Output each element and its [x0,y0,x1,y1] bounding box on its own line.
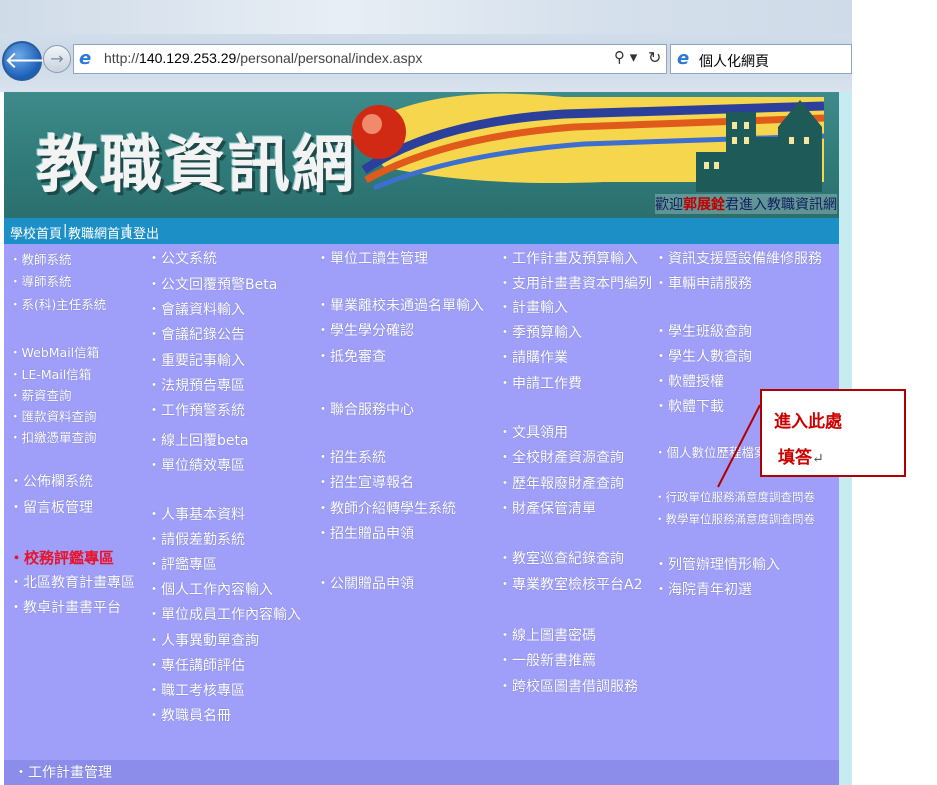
callout-box: 進入此處 填答↵ [760,389,906,477]
menu-item[interactable]: ・評鑑專區 [147,554,217,574]
menu-item[interactable]: ・會議資料輸入 [147,299,245,319]
menu-item[interactable]: ・LE-Mail信箱 [9,364,91,383]
menu-item[interactable]: ・單位成員工作內容輸入 [147,604,301,624]
menu-item[interactable]: ・學生班級查詢 [654,321,752,341]
menu-item[interactable]: ・一般新書推薦 [498,650,596,670]
browser-chrome: 🡐 → e http://140.129.253.29/personal/per… [0,0,852,92]
menu-item-work-plan[interactable]: ・工作計畫管理 [14,762,112,782]
menu-item[interactable]: ・全校財產資源查詢 [498,447,624,467]
menu-item[interactable]: ・線上圖書密碼 [498,625,596,645]
menu-item[interactable]: ・公文回覆預警Beta [147,274,277,294]
browser-title-area [0,0,852,34]
footer-bar: ・工作計畫管理 [4,760,839,785]
return-mark-icon: ↵ [812,451,824,467]
menu-item[interactable]: ・專業教室檢核平台A2 [498,574,642,594]
search-icon[interactable]: ⚲ ▾ [614,48,637,66]
nav-separator: | [63,223,68,238]
refresh-icon[interactable]: ↻ [648,48,661,67]
menu-item[interactable]: ・歷年報廢財產查詢 [498,473,624,493]
menu-item[interactable]: ・計畫輸入 [498,297,568,317]
arrow-right-icon: → [50,49,64,68]
menu-item[interactable]: ・教師介紹轉學生系統 [316,498,456,518]
menu-item[interactable]: ・招生系統 [316,447,386,467]
menu-item[interactable]: ・北區教育計畫專區 [9,572,135,592]
menu-item[interactable]: ・匯款資料查詢 [9,406,97,425]
menu-item[interactable]: ・教學單位服務滿意度調查問卷 [654,511,815,527]
menu-item[interactable]: ・行政單位服務滿意度調查問卷 [654,489,815,505]
menu-item[interactable]: ・系(科)主任系統 [9,294,106,313]
menu-item[interactable]: ・人事基本資料 [147,504,245,524]
menu-item[interactable]: ・導師系統 [9,271,72,290]
callout-text-1: 進入此處 [774,412,842,432]
menu-item[interactable]: ・單位績效專區 [147,455,245,475]
welcome-message: 歡迎郭展銓君進入教職資訊網 [655,194,837,214]
menu-item[interactable]: ・學生學分確認 [316,320,414,340]
menu-item[interactable]: ・支用計畫書資本門編列 [498,273,652,293]
tab-title: 個人化網頁 [699,54,769,70]
menu-item[interactable]: ・畢業離校未通過名單輸入 [316,295,484,315]
address-bar[interactable]: e http://140.129.253.29/personal/persona… [73,44,667,74]
menu-item[interactable]: ・季預算輸入 [498,322,582,342]
menu-item[interactable]: ・公關贈品申領 [316,573,414,593]
menu-item[interactable]: ・留言板管理 [9,497,93,517]
nav-logout[interactable]: 登出 [133,223,159,242]
ie-tab-icon: e [677,48,690,69]
menu-area: ・教師系統 ・導師系統 ・系(科)主任系統 ・WebMail信箱 ・LE-Mai… [4,244,839,760]
callout-text-2: 填答↵ [778,448,824,468]
menu-item[interactable]: ・教室巡查紀錄查詢 [498,548,624,568]
menu-item[interactable]: ・個人工作內容輸入 [147,579,273,599]
menu-item[interactable]: ・軟體授權 [654,371,724,391]
menu-item[interactable]: ・會議紀錄公告 [147,324,245,344]
menu-item[interactable]: ・申請工作費 [498,373,582,393]
user-name: 郭展銓 [683,197,725,213]
menu-item-highlight[interactable]: ・校務評鑑專區 [9,547,114,568]
menu-item[interactable]: ・扣繳憑單查詢 [9,427,97,446]
menu-item[interactable]: ・公佈欄系統 [9,471,93,491]
menu-item[interactable]: ・重要記事輸入 [147,350,245,370]
menu-item[interactable]: ・文具領用 [498,422,568,442]
nav-separator: | [126,223,131,238]
menu-item[interactable]: ・車輛申請服務 [654,273,752,293]
menu-item[interactable]: ・請假差勤系統 [147,529,245,549]
menu-item[interactable]: ・海院青年初選 [654,579,752,599]
menu-item[interactable]: ・請購作業 [498,347,568,367]
forward-button[interactable]: → [43,45,71,73]
menu-item[interactable]: ・列管辦理情形輸入 [654,554,780,574]
menu-item[interactable]: ・招生宣導報名 [316,472,414,492]
ie-logo-icon: e [79,48,92,69]
nav-portal-home[interactable]: 教職網首頁 [68,223,133,242]
menu-item[interactable]: ・教職員名冊 [147,705,231,725]
url-text[interactable]: http://140.129.253.29/personal/personal/… [104,50,422,66]
browser-tab[interactable]: e 個人化網頁 [670,44,852,74]
menu-item[interactable]: ・跨校區圖書借調服務 [498,676,638,696]
menu-item[interactable]: ・聯合服務中心 [316,399,414,419]
menu-item[interactable]: ・職工考核專區 [147,680,245,700]
menu-item[interactable]: ・招生贈品申領 [316,523,414,543]
menu-item[interactable]: ・資訊支援暨設備維修服務 [654,248,822,268]
menu-item[interactable]: ・教師系統 [9,249,72,268]
menu-item[interactable]: ・單位工讀生管理 [316,248,428,268]
nav-school-home[interactable]: 學校首頁 [10,223,62,242]
menu-item[interactable]: ・公文系統 [147,248,217,268]
menu-item[interactable]: ・線上回覆beta [147,430,249,450]
menu-item[interactable]: ・工作計畫及預算輸入 [498,248,638,268]
menu-item[interactable]: ・教卓計畫書平台 [9,597,121,617]
menu-item[interactable]: ・抵免審查 [316,346,386,366]
back-button[interactable]: 🡐 [2,41,68,81]
menu-item[interactable]: ・法規預告專區 [147,375,245,395]
menu-item[interactable]: ・軟體下載 [654,396,724,416]
menu-item[interactable]: ・工作預警系統 [147,400,245,420]
menu-item[interactable]: ・薪資查詢 [9,385,72,404]
menu-item[interactable]: ・WebMail信箱 [9,342,99,361]
menu-item[interactable]: ・人事異動單查詢 [147,630,259,650]
menu-item[interactable]: ・專任講師評估 [147,655,245,675]
menu-item[interactable]: ・學生人數查詢 [654,346,752,366]
menu-item[interactable]: ・財產保管清單 [498,498,596,518]
site-banner: 教職資訊網 歡迎郭展銓君進入教職資訊網 [4,92,839,218]
top-nav: 學校首頁 | 教職網首頁 | 登出 [4,218,839,244]
